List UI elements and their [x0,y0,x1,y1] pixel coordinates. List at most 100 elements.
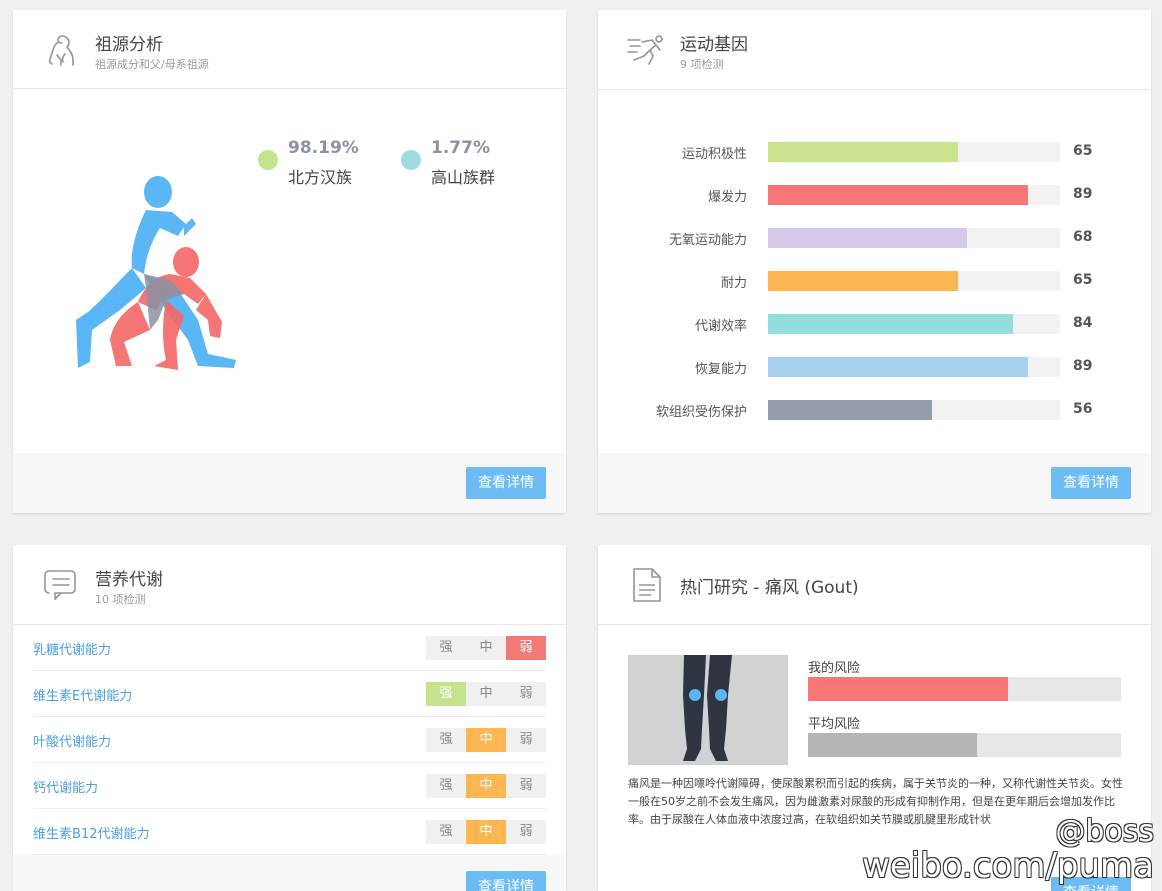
sports-details-button[interactable]: 查看详情 [1051,467,1131,499]
gene-row: 爆发力 89 [598,185,1151,205]
avg-risk-label: 平均风险 [808,717,861,732]
sports-title: 运动基因 [680,35,748,55]
gene-bar-track [768,271,1060,291]
nutrition-subtitle: 10 项检测 [95,593,146,606]
gene-score: 89 [1073,358,1093,374]
level-segment: 弱 [506,728,546,752]
nutrition-item-link[interactable]: 乳糖代谢能力 [33,639,111,658]
ancestry-header: 祖源分析 祖源成分和父/母系祖源 [13,10,566,89]
ancestry-percent: 1.77% [431,138,490,158]
sports-genes-card: 运动基因 9 项检测 运动积极性 65 爆发力 89 无氧运动能力 68 耐力 65 代谢效率 8… [598,10,1151,513]
level-segment: 弱 [506,682,546,706]
gene-bar-track [768,314,1060,334]
ancestry-name: 北方汉族 [288,168,353,187]
legs-knees-image [628,655,788,765]
level-segment: 强 [426,774,466,798]
level-segment: 中 [466,636,506,660]
level-segment: 中 [466,728,506,752]
nutrition-footer: 查看详情 [13,855,566,891]
level-indicator: 强中弱 [426,774,546,798]
level-segment: 弱 [506,636,546,660]
legend-dot [258,150,278,170]
gene-label: 代谢效率 [694,319,747,334]
level-segment: 弱 [506,820,546,844]
nutrition-details-button[interactable]: 查看详情 [466,871,546,891]
runner-icon [626,30,666,70]
gene-score: 68 [1073,229,1093,245]
gene-bar-track [768,142,1060,162]
gene-label: 恢复能力 [694,362,747,377]
level-segment: 中 [466,774,506,798]
gene-row: 耐力 65 [598,271,1151,291]
gout-header: 热门研究 - 痛风 (Gout) [598,545,1151,625]
watermark-handle: @boss [1055,814,1154,849]
level-indicator: 强中弱 [426,682,546,706]
gene-score: 65 [1073,272,1093,288]
gene-label: 运动积极性 [681,147,747,162]
gene-bar-fill [768,400,932,420]
level-segment: 强 [426,636,466,660]
nutrition-row: 钙代谢能力 强中弱 [33,763,546,809]
nutrition-item-link[interactable]: 维生素E代谢能力 [33,685,132,704]
sports-subtitle: 9 项检测 [680,58,724,71]
document-icon [626,565,666,605]
gene-row: 无氧运动能力 68 [598,228,1151,248]
nutrition-card: 营养代谢 10 项检测 乳糖代谢能力强中弱维生素E代谢能力强中弱叶酸代谢能力强中… [13,545,566,891]
nutrition-row: 维生素B12代谢能力 强中弱 [33,809,546,855]
gene-bar-track [768,228,1060,248]
gene-label: 软组织受伤保护 [655,405,747,420]
gene-bar-track [768,400,1060,420]
gene-bar-fill [768,357,1028,377]
runners-illustration [58,170,248,380]
nutrition-row: 叶酸代谢能力 强中弱 [33,717,546,763]
gout-description: 痛风是一种因嘌呤代谢障碍，使尿酸累积而引起的疾病，属于关节炎的一种，又称代谢性关… [628,777,1123,826]
gene-bar-fill [768,314,1013,334]
level-segment: 中 [466,820,506,844]
document-arrow-icon [41,565,81,605]
avg-risk-fill [808,733,977,757]
gene-bar-fill [768,142,958,162]
gene-row: 软组织受伤保护 56 [598,400,1151,420]
ancestry-footer: 查看详情 [13,453,566,513]
gene-row: 运动积极性 65 [598,142,1151,162]
ancestry-percent: 98.19% [288,138,359,158]
level-indicator: 强中弱 [426,636,546,660]
nutrition-item-link[interactable]: 叶酸代谢能力 [33,731,111,750]
sports-header: 运动基因 9 项检测 [598,10,1151,90]
gene-score: 56 [1073,401,1093,417]
level-segment: 弱 [506,774,546,798]
ape-icon [41,30,81,70]
avg-risk-bar [808,733,1121,757]
my-risk-fill [808,677,1008,701]
nutrition-item-link[interactable]: 维生素B12代谢能力 [33,823,149,842]
gene-row: 恢复能力 89 [598,357,1151,377]
gene-score: 65 [1073,143,1093,159]
nutrition-row: 乳糖代谢能力 强中弱 [33,625,546,671]
gene-bar-fill [768,271,958,291]
sports-footer: 查看详情 [598,453,1151,513]
level-indicator: 强中弱 [426,820,546,844]
ancestry-details-button[interactable]: 查看详情 [466,467,546,499]
nutrition-item-link[interactable]: 钙代谢能力 [33,777,98,796]
watermark-url: weibo.com/puma [862,846,1154,886]
ancestry-name: 高山族群 [431,168,496,187]
my-risk-label: 我的风险 [808,661,861,676]
gene-bar-fill [768,228,967,248]
level-segment: 强 [426,728,466,752]
gout-title: 热门研究 - 痛风 (Gout) [680,578,859,598]
gene-row: 代谢效率 84 [598,314,1151,334]
gene-label: 无氧运动能力 [668,233,747,248]
level-segment: 强 [426,820,466,844]
gene-score: 84 [1073,315,1093,331]
my-risk-bar [808,677,1121,701]
level-segment: 强 [426,682,466,706]
gene-score: 89 [1073,186,1093,202]
ancestry-subtitle: 祖源成分和父/母系祖源 [95,58,209,71]
nutrition-header: 营养代谢 10 项检测 [13,545,566,625]
gene-label: 耐力 [720,276,747,291]
level-segment: 中 [466,682,506,706]
ancestry-card: 祖源分析 祖源成分和父/母系祖源 98.19% 北方汉族 1.77% 高山族群 … [13,10,566,513]
gene-bar-track [768,185,1060,205]
nutrition-title: 营养代谢 [95,570,163,590]
level-indicator: 强中弱 [426,728,546,752]
